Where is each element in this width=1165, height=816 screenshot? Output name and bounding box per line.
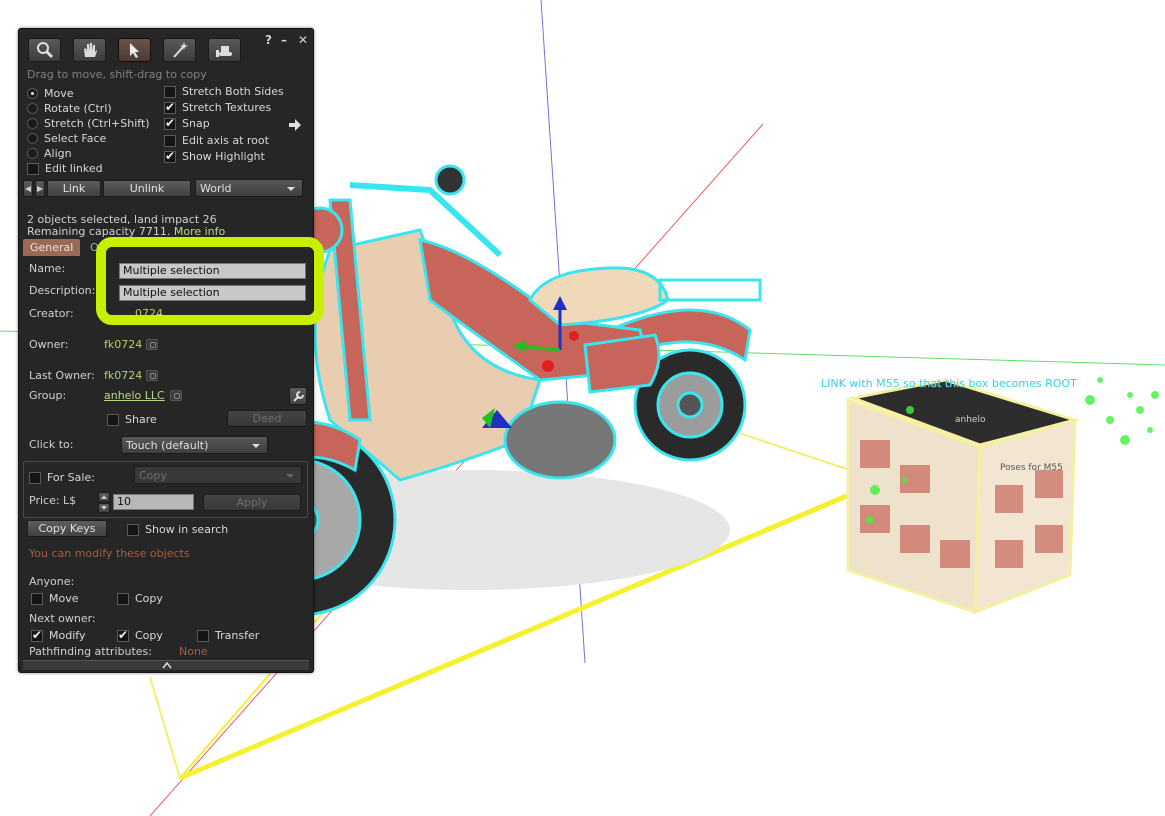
help-icon[interactable]: ? <box>265 33 272 47</box>
creator-label: Creator: <box>29 307 74 320</box>
edit-linked-checkbox[interactable]: Edit linked <box>27 162 103 175</box>
link-button[interactable]: Link <box>47 180 101 197</box>
modify-note: You can modify these objects <box>29 547 190 560</box>
chevron-up-icon <box>101 495 107 499</box>
last-owner-label: Last Owner: <box>29 369 95 382</box>
price-down-button[interactable] <box>98 503 110 513</box>
move-tool-button[interactable] <box>73 38 106 62</box>
focus-tool-button[interactable] <box>28 38 61 62</box>
anyone-label: Anyone: <box>29 575 75 588</box>
minimize-icon[interactable]: – <box>281 33 287 47</box>
annotation-highlight-ring <box>96 237 324 325</box>
profile-icon[interactable] <box>146 370 158 381</box>
chevron-down-icon <box>286 474 294 478</box>
poses-cube-object: Poses for M55 anhelo <box>846 378 1081 615</box>
close-icon[interactable]: ✕ <box>298 33 308 47</box>
land-tool-button[interactable] <box>208 38 241 62</box>
radio-dot-icon <box>27 133 38 144</box>
click-to-label: Click to: <box>29 438 74 451</box>
deed-button[interactable]: Deed <box>227 410 307 427</box>
radio-dot-icon <box>27 88 38 99</box>
price-up-button[interactable] <box>98 492 110 502</box>
for-sale-checkbox[interactable]: For Sale: <box>29 471 95 484</box>
sale-type-dropdown[interactable]: Copy <box>134 466 302 484</box>
owner-label: Owner: <box>29 338 69 351</box>
set-group-button[interactable] <box>289 387 307 405</box>
group-profile-icon[interactable] <box>170 390 182 401</box>
mode-rotate-radio[interactable]: Rotate (Ctrl) <box>27 102 112 115</box>
profile-icon[interactable] <box>146 339 158 350</box>
ruler-mode-dropdown[interactable]: World <box>195 179 303 197</box>
chevron-down-icon <box>252 444 260 448</box>
cube-brand-text: anhelo <box>955 415 986 425</box>
mode-move-radio[interactable]: Move <box>27 87 74 100</box>
share-checkbox[interactable]: Share <box>107 413 157 426</box>
arrow-left-icon <box>25 185 31 192</box>
chevron-down-icon <box>101 506 107 510</box>
copy-keys-button[interactable]: Copy Keys <box>27 520 107 537</box>
description-label: Description: <box>29 284 96 297</box>
mode-align-radio[interactable]: Align <box>27 147 72 160</box>
next-owner-label: Next owner: <box>29 612 96 625</box>
next-copy-checkbox[interactable]: Copy <box>117 628 163 642</box>
mode-select-face-radio[interactable]: Select Face <box>27 132 106 145</box>
radio-dot-icon <box>27 148 38 159</box>
anyone-copy-checkbox[interactable]: Copy <box>117 592 163 605</box>
radio-dot-icon <box>27 103 38 114</box>
pathfinding-label: Pathfinding attributes: <box>29 645 152 658</box>
magnifier-icon <box>36 42 53 59</box>
anyone-move-checkbox[interactable]: Move <box>31 592 79 605</box>
tool-hint: Drag to move, shift-drag to copy <box>27 68 207 81</box>
next-linked-button[interactable] <box>35 180 45 197</box>
last-owner-value[interactable]: fk0724 <box>104 369 142 382</box>
next-transfer-checkbox[interactable]: Transfer <box>197 629 259 642</box>
snap-checkbox[interactable]: Snap <box>164 116 210 130</box>
next-modify-checkbox[interactable]: Modify <box>31 628 85 642</box>
unlink-button[interactable]: Unlink <box>103 180 191 197</box>
arrow-right-icon[interactable] <box>288 119 302 131</box>
build-edit-floater[interactable]: ? – ✕ Drag to move, shift-drag to copy M… <box>18 28 314 673</box>
pointer-icon <box>129 43 139 58</box>
create-tool-button[interactable] <box>163 38 196 62</box>
wand-icon <box>172 42 188 58</box>
radio-dot-icon <box>27 118 38 129</box>
group-label: Group: <box>29 389 67 402</box>
price-label: Price: L$ <box>29 494 77 507</box>
prev-linked-button[interactable] <box>23 180 33 197</box>
price-input[interactable]: 10 <box>113 494 194 510</box>
chevron-down-icon <box>287 187 295 191</box>
owner-value[interactable]: fk0724 <box>104 338 142 351</box>
name-label: Name: <box>29 262 66 275</box>
show-highlight-checkbox[interactable]: Show Highlight <box>164 149 265 163</box>
click-action-dropdown[interactable]: Touch (default) <box>121 436 268 454</box>
apply-button[interactable]: Apply <box>203 494 301 511</box>
chevron-up-icon <box>162 662 172 669</box>
cube-title-text: Poses for M55 <box>1000 463 1063 473</box>
group-value[interactable]: anhelo LLC <box>104 389 165 402</box>
arrow-right-small-icon <box>37 185 43 192</box>
tab-general[interactable]: General <box>23 239 81 256</box>
bulldozer-icon <box>215 46 232 57</box>
show-in-search-checkbox[interactable]: Show in search <box>127 523 228 536</box>
edit-axis-root-checkbox[interactable]: Edit axis at root <box>164 134 269 147</box>
stretch-textures-checkbox[interactable]: Stretch Textures <box>164 100 271 114</box>
expand-panel-bar[interactable] <box>23 660 309 670</box>
pathfinding-value: None <box>179 645 208 658</box>
mode-stretch-radio[interactable]: Stretch (Ctrl+Shift) <box>27 117 150 130</box>
wrench-icon <box>293 391 304 402</box>
hand-icon <box>83 43 97 57</box>
edit-tool-button[interactable] <box>118 38 151 62</box>
stretch-both-sides-checkbox[interactable]: Stretch Both Sides <box>164 85 284 98</box>
floating-hover-text: LINK with M55 so that this box becomes R… <box>821 377 1077 390</box>
